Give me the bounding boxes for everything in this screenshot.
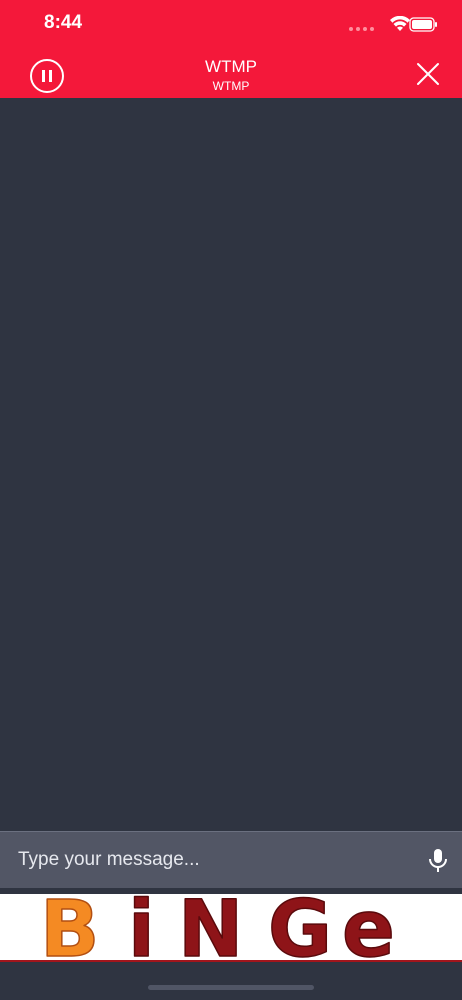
page-subtitle: WTMP [212, 79, 250, 93]
home-indicator [148, 985, 314, 990]
svg-text:e: e [342, 894, 395, 960]
status-icons [349, 16, 437, 32]
close-button[interactable] [414, 60, 442, 88]
svg-text:B: B [40, 894, 99, 960]
svg-text:G: G [268, 894, 332, 960]
microphone-button[interactable] [426, 848, 450, 874]
message-composer [0, 831, 462, 888]
signal-icon [349, 27, 374, 31]
page-title: WTMP [205, 57, 257, 76]
status-time: 8:44 [44, 12, 83, 33]
wifi-icon [390, 16, 410, 31]
message-input[interactable] [18, 840, 408, 880]
ad-banner[interactable]: B i N G e [0, 884, 462, 976]
binge-logo: B i N G e [39, 884, 432, 976]
svg-text:N: N [178, 894, 243, 960]
battery-icon [409, 17, 437, 32]
chat-area[interactable] [0, 98, 462, 831]
top-bar: 8:44 WTMP WTMP [0, 0, 462, 98]
microphone-icon [429, 849, 447, 872]
svg-text:i: i [128, 894, 155, 960]
close-icon [417, 63, 439, 85]
